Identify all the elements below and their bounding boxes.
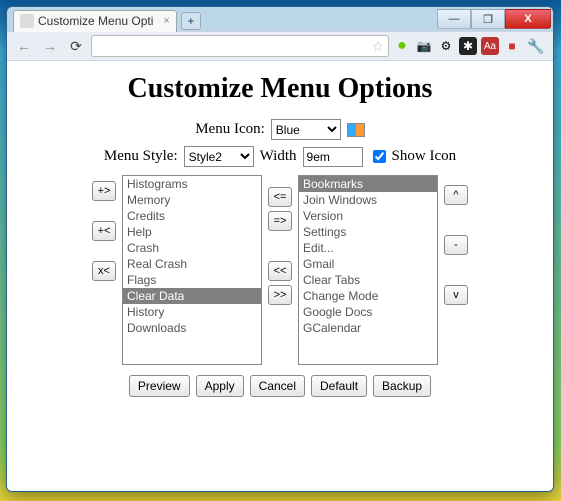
move-left-button[interactable]: <= bbox=[268, 187, 292, 207]
menu-style-label: Menu Style: bbox=[104, 148, 178, 165]
ext-aa-icon[interactable]: Aa bbox=[481, 37, 499, 55]
action-button-row: Preview Apply Cancel Default Backup bbox=[27, 375, 533, 397]
list-item[interactable]: Histograms bbox=[123, 176, 261, 192]
menu-icon-label: Menu Icon: bbox=[195, 121, 265, 138]
reload-button[interactable]: ⟳ bbox=[65, 35, 87, 57]
ext-asterisk-icon[interactable]: ✱ bbox=[459, 37, 477, 55]
list-transfer-area: +> +< x< HistogramsMemoryCreditsHelpCras… bbox=[27, 175, 533, 365]
list-item[interactable]: Flags bbox=[123, 272, 261, 288]
menu-style-row: Menu Style: Style2 Width Show Icon bbox=[27, 146, 533, 167]
minimize-button[interactable]: — bbox=[437, 9, 471, 29]
forward-icon: → bbox=[43, 38, 57, 54]
move-down-button[interactable]: v bbox=[444, 285, 468, 305]
list-item[interactable]: Memory bbox=[123, 192, 261, 208]
list-item[interactable]: Version bbox=[299, 208, 437, 224]
list-item[interactable]: Crash bbox=[123, 240, 261, 256]
ext-green-icon[interactable]: ● bbox=[393, 37, 411, 55]
list-item[interactable]: Edit... bbox=[299, 240, 437, 256]
close-button[interactable]: X bbox=[505, 9, 551, 29]
page-content: Customize Menu Options Menu Icon: Blue M… bbox=[7, 61, 553, 491]
list-item[interactable]: Credits bbox=[123, 208, 261, 224]
titlebar: Customize Menu Opti × + — ❐ X bbox=[7, 7, 553, 31]
list-item[interactable]: Settings bbox=[299, 224, 437, 240]
back-button[interactable]: ← bbox=[13, 35, 35, 57]
menu-icon-row: Menu Icon: Blue bbox=[27, 119, 533, 140]
maximize-icon: ❐ bbox=[483, 13, 493, 26]
address-bar[interactable]: ☆ bbox=[91, 35, 389, 57]
right-button-column: ^ - v bbox=[444, 175, 468, 305]
tab-close-icon[interactable]: × bbox=[163, 15, 169, 27]
page-title: Customize Menu Options bbox=[27, 73, 533, 105]
middle-button-column: <= => << >> bbox=[268, 175, 292, 305]
cancel-button[interactable]: Cancel bbox=[250, 375, 305, 397]
backup-button[interactable]: Backup bbox=[373, 375, 431, 397]
list-item[interactable]: GCalendar bbox=[299, 320, 437, 336]
close-icon: X bbox=[524, 13, 531, 25]
list-item[interactable]: Gmail bbox=[299, 256, 437, 272]
wrench-button[interactable]: 🔧 bbox=[525, 35, 547, 57]
width-label: Width bbox=[260, 148, 297, 165]
width-input[interactable] bbox=[303, 147, 363, 167]
list-item[interactable]: Google Docs bbox=[299, 304, 437, 320]
default-button[interactable]: Default bbox=[311, 375, 367, 397]
list-item[interactable]: Real Crash bbox=[123, 256, 261, 272]
menu-icon-select[interactable]: Blue bbox=[271, 119, 341, 140]
add-all-button[interactable]: +> bbox=[92, 181, 116, 201]
plus-icon: + bbox=[187, 14, 194, 28]
minimize-icon: — bbox=[449, 13, 460, 25]
wrench-icon: 🔧 bbox=[527, 38, 544, 55]
ext-red-icon[interactable]: ■ bbox=[503, 37, 521, 55]
color-preview-icon[interactable] bbox=[347, 123, 365, 137]
selected-listbox[interactable]: BookmarksJoin WindowsVersionSettingsEdit… bbox=[298, 175, 438, 365]
tab-title: Customize Menu Opti bbox=[38, 14, 153, 28]
apply-button[interactable]: Apply bbox=[196, 375, 244, 397]
favicon bbox=[20, 14, 34, 28]
move-far-left-button[interactable]: << bbox=[268, 261, 292, 281]
list-item[interactable]: Clear Tabs bbox=[299, 272, 437, 288]
show-icon-checkbox[interactable] bbox=[373, 150, 386, 163]
move-right-button[interactable]: => bbox=[268, 211, 292, 231]
ext-gears-icon[interactable]: ⚙ bbox=[437, 37, 455, 55]
window-controls: — ❐ X bbox=[437, 9, 551, 29]
remove-button[interactable]: x< bbox=[92, 261, 116, 281]
back-icon: ← bbox=[17, 38, 31, 54]
list-item[interactable]: History bbox=[123, 304, 261, 320]
browser-toolbar: ← → ⟳ ☆ ● 📷 ⚙ ✱ Aa ■ 🔧 bbox=[7, 31, 553, 61]
list-item[interactable]: Help bbox=[123, 224, 261, 240]
menu-style-select[interactable]: Style2 bbox=[184, 146, 254, 167]
spacer bbox=[268, 235, 292, 257]
list-item[interactable]: Join Windows bbox=[299, 192, 437, 208]
list-item[interactable]: Clear Data bbox=[123, 288, 261, 304]
move-up-button[interactable]: ^ bbox=[444, 185, 468, 205]
forward-button[interactable]: → bbox=[39, 35, 61, 57]
available-listbox[interactable]: HistogramsMemoryCreditsHelpCrashReal Cra… bbox=[122, 175, 262, 365]
move-far-right-button[interactable]: >> bbox=[268, 285, 292, 305]
left-button-column: +> +< x< bbox=[92, 175, 116, 281]
ext-camera-icon[interactable]: 📷 bbox=[415, 37, 433, 55]
new-tab-button[interactable]: + bbox=[181, 12, 201, 30]
list-item[interactable]: Bookmarks bbox=[299, 176, 437, 192]
show-icon-label[interactable]: Show Icon bbox=[369, 147, 457, 166]
add-selected-button[interactable]: +< bbox=[92, 221, 116, 241]
list-item[interactable]: Downloads bbox=[123, 320, 261, 336]
preview-button[interactable]: Preview bbox=[129, 375, 190, 397]
list-item[interactable]: Change Mode bbox=[299, 288, 437, 304]
browser-window: Customize Menu Opti × + — ❐ X ← → ⟳ ☆ ● … bbox=[6, 6, 554, 492]
move-mid-button[interactable]: - bbox=[444, 235, 468, 255]
reload-icon: ⟳ bbox=[70, 38, 82, 55]
maximize-button[interactable]: ❐ bbox=[471, 9, 505, 29]
browser-tab[interactable]: Customize Menu Opti × bbox=[13, 10, 177, 32]
bookmark-star-icon[interactable]: ☆ bbox=[371, 38, 384, 55]
